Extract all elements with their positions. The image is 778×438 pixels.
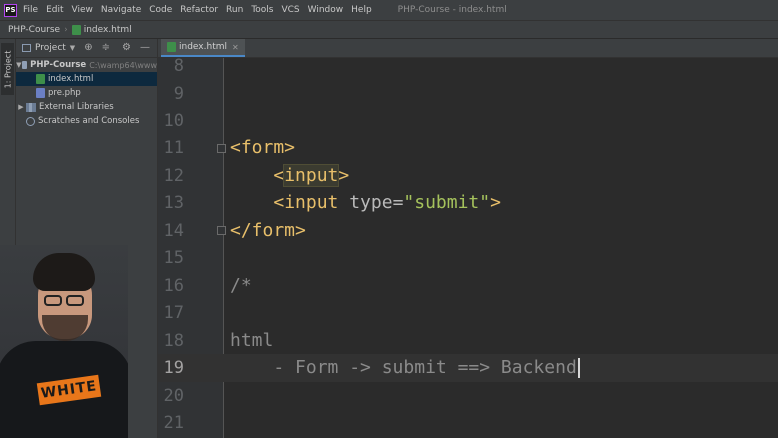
glasses-icon: [44, 295, 62, 306]
code-line-11: <form>: [230, 134, 295, 162]
navigation-bar: PHP-Course › index.html: [0, 20, 778, 39]
menu-navigate[interactable]: Navigate: [101, 5, 141, 15]
line-number-current: 19: [163, 358, 184, 378]
hide-panel-icon[interactable]: —: [140, 43, 150, 53]
menu-run[interactable]: Run: [226, 5, 243, 15]
tree-file-label: index.html: [48, 74, 94, 84]
chevron-down-icon[interactable]: ▼: [70, 44, 75, 52]
glasses-icon: [66, 295, 84, 306]
code-token-tag: >: [338, 165, 350, 186]
menu-window[interactable]: Window: [308, 5, 344, 15]
line-number: 10: [163, 111, 184, 131]
fold-marker-icon[interactable]: [217, 226, 226, 235]
line-number: 9: [173, 84, 184, 104]
breadcrumb-separator-icon: ›: [64, 24, 68, 35]
menu-edit[interactable]: Edit: [46, 5, 63, 15]
project-tree: ▼ PHP-Course C:\wamp64\www index.html pr…: [16, 58, 157, 128]
code-line-18: html: [230, 327, 273, 355]
menu-code[interactable]: Code: [149, 5, 172, 15]
menu-tools[interactable]: Tools: [251, 5, 273, 15]
line-number: 20: [163, 386, 184, 406]
tree-file-label: pre.php: [48, 88, 81, 98]
line-number: 21: [163, 413, 184, 433]
tree-file-pre[interactable]: pre.php: [16, 86, 157, 100]
menu-view[interactable]: View: [72, 5, 93, 15]
library-icon: [26, 102, 36, 112]
line-number: 12: [163, 166, 184, 186]
tree-root-label: PHP-Course: [30, 60, 87, 70]
code-line-16: /*: [230, 272, 252, 300]
line-number: 13: [163, 193, 184, 213]
project-view-selector[interactable]: Project: [35, 43, 66, 53]
code-token-tag: <: [273, 165, 285, 186]
text-caret: [577, 358, 580, 378]
menu-refactor[interactable]: Refactor: [180, 5, 218, 15]
html-file-icon: [36, 74, 45, 84]
code-token-attribute: type=: [349, 192, 404, 213]
code-line-14: </form>: [230, 217, 306, 245]
tree-root-folder[interactable]: ▼ PHP-Course C:\wamp64\www: [16, 58, 157, 72]
code-token-comment: - Form -> submit ==> Backend: [230, 357, 577, 378]
close-icon[interactable]: ✕: [232, 43, 239, 52]
line-number: 16: [163, 276, 184, 296]
code-token-tag: </form>: [230, 220, 306, 241]
editor-tab-bar: index.html ✕: [158, 39, 778, 58]
code-line-12: <input>: [230, 162, 349, 190]
line-number: 8: [173, 56, 184, 76]
code-token-tag: <input: [273, 192, 350, 213]
presenter-beard: [42, 315, 88, 341]
code-token-tag-highlighted: input: [283, 164, 340, 187]
expand-arrow-icon[interactable]: ▼: [16, 61, 22, 69]
line-number: 18: [163, 331, 184, 351]
code-token-tag: <form>: [230, 137, 296, 158]
locate-file-icon[interactable]: ⊕: [84, 43, 92, 53]
menu-help[interactable]: Help: [351, 5, 372, 15]
breadcrumb-file[interactable]: index.html: [84, 25, 132, 35]
tree-external-label: External Libraries: [39, 102, 114, 112]
line-number: 14: [163, 221, 184, 241]
project-tool-window-tab[interactable]: 1: Project: [1, 43, 14, 95]
php-file-icon: [36, 88, 45, 98]
folder-icon: [21, 61, 28, 69]
line-number: 11: [163, 138, 184, 158]
collapse-all-icon[interactable]: ≑: [102, 43, 110, 53]
line-number: 17: [163, 303, 184, 323]
breadcrumb-project[interactable]: PHP-Course: [8, 25, 60, 35]
project-view-icon: [22, 44, 31, 52]
gear-icon[interactable]: ⚙: [122, 43, 131, 53]
tree-root-path: C:\wamp64\www: [89, 60, 157, 70]
html-file-icon: [167, 42, 176, 52]
presenter-hair: [33, 253, 95, 291]
project-tool-tab-label: 1: Project: [3, 50, 13, 88]
code-token-comment: html: [230, 330, 274, 351]
code-line-19: - Form -> submit ==> Backend: [230, 354, 580, 382]
window-title: PHP-Course - index.html: [397, 5, 507, 15]
phpstorm-logo-icon: PS: [4, 3, 17, 17]
code-token-comment: /*: [230, 275, 252, 296]
webcam-overlay: WHITE: [0, 245, 128, 438]
line-number: 15: [163, 248, 184, 268]
fold-marker-icon[interactable]: [217, 144, 226, 153]
code-token-tag: >: [490, 192, 501, 213]
tree-file-index[interactable]: index.html: [16, 72, 157, 86]
tab-label: index.html: [179, 42, 227, 52]
tree-external-libraries[interactable]: ▶ External Libraries: [16, 100, 157, 114]
menu-vcs[interactable]: VCS: [281, 5, 299, 15]
menu-file[interactable]: File: [23, 5, 38, 15]
expand-arrow-icon[interactable]: ▶: [16, 103, 26, 111]
tree-scratches-label: Scratches and Consoles: [38, 116, 140, 126]
project-panel-toolbar: Project ▼ ⊕ ≑ ⚙ —: [16, 39, 157, 58]
menu-bar: PS File Edit View Navigate Code Refactor…: [0, 0, 778, 20]
scratches-icon: [26, 116, 35, 126]
tree-scratches[interactable]: Scratches and Consoles: [16, 114, 157, 128]
html-file-icon: [71, 24, 81, 35]
code-line-13: <input type="submit">: [230, 189, 501, 217]
code-token-string: "submit": [403, 192, 491, 213]
